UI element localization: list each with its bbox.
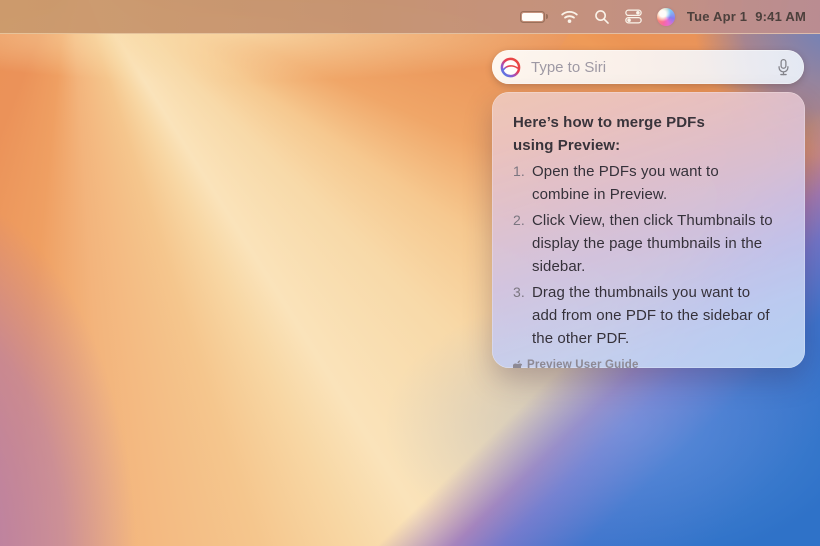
siri-icon	[657, 8, 675, 26]
response-step: Click View, then click Thumbnails to dis…	[513, 209, 775, 278]
microphone-icon[interactable]	[775, 58, 792, 77]
battery-icon	[520, 11, 545, 23]
battery-status-item[interactable]	[520, 6, 545, 28]
menu-bar-clock[interactable]: Tue Apr 1 9:41 AM	[687, 9, 806, 24]
response-step: Drag the thumbnails you want to add from…	[513, 281, 775, 350]
menu-bar-date: Tue Apr 1	[687, 9, 747, 24]
control-center-icon	[625, 9, 642, 24]
siri-status-item[interactable]	[657, 6, 675, 28]
siri-orb-icon	[500, 57, 521, 78]
wifi-status-item[interactable]	[560, 6, 579, 28]
menu-bar: Tue Apr 1 9:41 AM	[0, 0, 820, 34]
source-label: Preview User Guide	[527, 359, 639, 368]
apple-logo-icon	[513, 360, 522, 369]
response-heading: Here’s how to merge PDFs using Preview:	[513, 111, 718, 157]
type-to-siri-field[interactable]	[492, 50, 804, 84]
menu-bar-time: 9:41 AM	[755, 9, 806, 24]
response-step: Open the PDFs you want to combine in Pre…	[513, 160, 775, 206]
response-step-list: Open the PDFs you want to combine in Pre…	[513, 160, 784, 350]
source-link[interactable]: Preview User Guide	[513, 359, 784, 368]
siri-text-input[interactable]	[529, 58, 775, 77]
spotlight-search-icon	[594, 9, 610, 25]
control-center-status-item[interactable]	[625, 6, 642, 28]
siri-response-card: Here’s how to merge PDFs using Preview: …	[492, 92, 805, 368]
spotlight-status-item[interactable]	[594, 6, 610, 28]
wifi-icon	[560, 9, 579, 24]
